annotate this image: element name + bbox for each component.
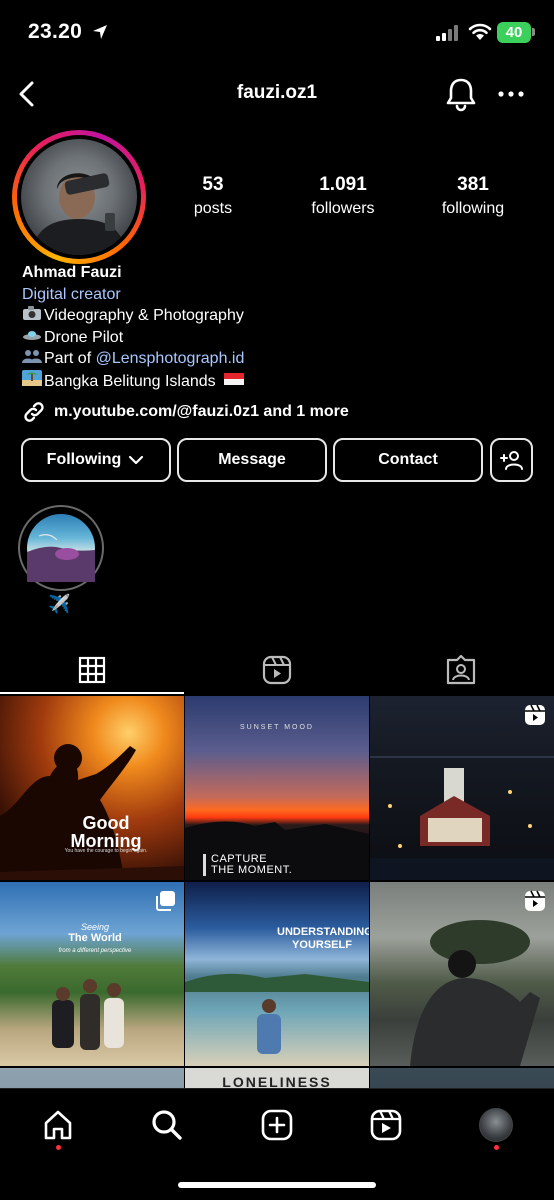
people-icon — [22, 350, 42, 363]
battery-level: 40 — [505, 24, 523, 41]
profile-header: fauzi.oz1 — [0, 66, 554, 122]
notification-dot — [56, 1145, 61, 1150]
story-highlight[interactable] — [18, 505, 104, 591]
battery-tip — [532, 28, 535, 36]
reels-icon — [262, 655, 292, 685]
grid-icon — [78, 656, 106, 684]
add-user-button[interactable] — [490, 438, 533, 482]
chevron-down-icon — [129, 455, 144, 465]
bio-line-part-of: Part of @Lensphotograph.id — [22, 348, 246, 370]
profile-name: Ahmad Fauzi — [22, 264, 122, 281]
indonesia-flag-icon — [224, 372, 245, 385]
link-icon — [24, 402, 44, 422]
post-tile[interactable]: Good Morning You have the courage to begi… — [0, 696, 184, 880]
post-tile[interactable] — [0, 1068, 184, 1090]
island-icon — [22, 369, 42, 386]
back-icon[interactable] — [12, 78, 44, 110]
post-tile[interactable] — [370, 696, 554, 880]
profile-category[interactable]: Digital creator — [22, 284, 246, 306]
contact-button[interactable]: Contact — [333, 438, 483, 482]
stat-following-value: 381 — [457, 174, 489, 195]
post-tile[interactable] — [370, 1068, 554, 1090]
tab-reels[interactable] — [257, 650, 297, 690]
highlight-cover — [27, 514, 95, 582]
tab-tagged[interactable] — [441, 650, 481, 690]
mention-link[interactable]: @Lensphotograph.id — [96, 350, 245, 367]
post-caption: You have the courage to begin again. — [64, 848, 148, 854]
nav-reels[interactable] — [366, 1105, 406, 1145]
bio-line-videography: Videography & Photography — [22, 305, 246, 327]
post-tile[interactable]: UNDERSTANDING YOURSELF — [185, 882, 369, 1066]
bio-link-text: m.youtube.com/@fauzi.0z1 and 1 more — [54, 403, 349, 420]
bio-line-drone: Drone Pilot — [22, 327, 246, 349]
profile-avatar[interactable] — [12, 130, 146, 264]
following-button[interactable]: Following — [21, 438, 171, 482]
post-text: Good Morning — [70, 813, 142, 851]
location-arrow-icon — [93, 25, 107, 39]
profile-photo — [21, 139, 137, 255]
stat-posts-value: 53 — [202, 174, 224, 195]
home-icon — [44, 1110, 72, 1140]
nav-search[interactable] — [147, 1105, 187, 1145]
profile-bio: Ahmad Fauzi Digital creator Videography … — [22, 262, 246, 392]
reels-icon — [370, 1109, 402, 1141]
post-tile[interactable]: SUNSET MOOD CAPTURE THE MOMENT. — [185, 696, 369, 880]
post-grid: Good Morning You have the courage to begi… — [0, 696, 554, 1090]
more-horizontal-icon[interactable] — [496, 80, 526, 108]
post-accent-bar — [203, 854, 206, 876]
bio-link[interactable]: m.youtube.com/@fauzi.0z1 and 1 more — [22, 400, 349, 424]
post-tile[interactable]: LONELINESS — [185, 1068, 369, 1090]
status-bar: 23.20 40 — [0, 0, 554, 66]
stat-followers-value: 1.091 — [319, 174, 367, 195]
highlight-label: ✈️ — [48, 594, 71, 614]
nav-profile[interactable] — [476, 1105, 516, 1145]
profile-avatar — [479, 1108, 513, 1142]
battery-indicator: 40 — [497, 22, 531, 43]
cellular-signal-icon — [436, 25, 458, 41]
camera-icon — [23, 306, 41, 320]
nav-create[interactable] — [257, 1105, 297, 1145]
stat-posts[interactable]: 53 posts — [158, 174, 268, 218]
wifi-icon — [468, 23, 492, 40]
reel-badge-icon — [525, 704, 545, 725]
stat-posts-label: posts — [193, 200, 233, 217]
bell-icon[interactable] — [444, 76, 478, 112]
post-text: CAPTURE THE MOMENT. — [211, 853, 293, 876]
tagged-icon — [446, 655, 476, 685]
status-time: 23.20 — [28, 20, 83, 43]
add-user-icon — [499, 451, 523, 470]
post-tile[interactable] — [370, 882, 554, 1066]
stat-followers[interactable]: 1.091 followers — [288, 174, 398, 218]
stat-followers-label: followers — [311, 200, 375, 217]
message-button[interactable]: Message — [177, 438, 327, 482]
home-indicator — [178, 1182, 376, 1188]
active-tab-indicator — [0, 692, 184, 694]
flying-saucer-icon — [23, 330, 41, 340]
tab-grid[interactable] — [72, 650, 112, 690]
carousel-badge-icon — [156, 891, 175, 911]
stat-following-label: following — [441, 200, 505, 217]
profile-tabs — [0, 642, 554, 694]
create-icon — [261, 1109, 293, 1141]
nav-home[interactable] — [38, 1105, 78, 1145]
search-icon — [152, 1110, 182, 1140]
bio-line-location: Bangka Belitung Islands — [22, 369, 246, 393]
post-tile[interactable]: Seeing The World from a different perspect… — [0, 882, 184, 1066]
reel-badge-icon — [525, 890, 545, 911]
stat-following[interactable]: 381 following — [418, 174, 528, 218]
notification-dot — [494, 1145, 499, 1150]
